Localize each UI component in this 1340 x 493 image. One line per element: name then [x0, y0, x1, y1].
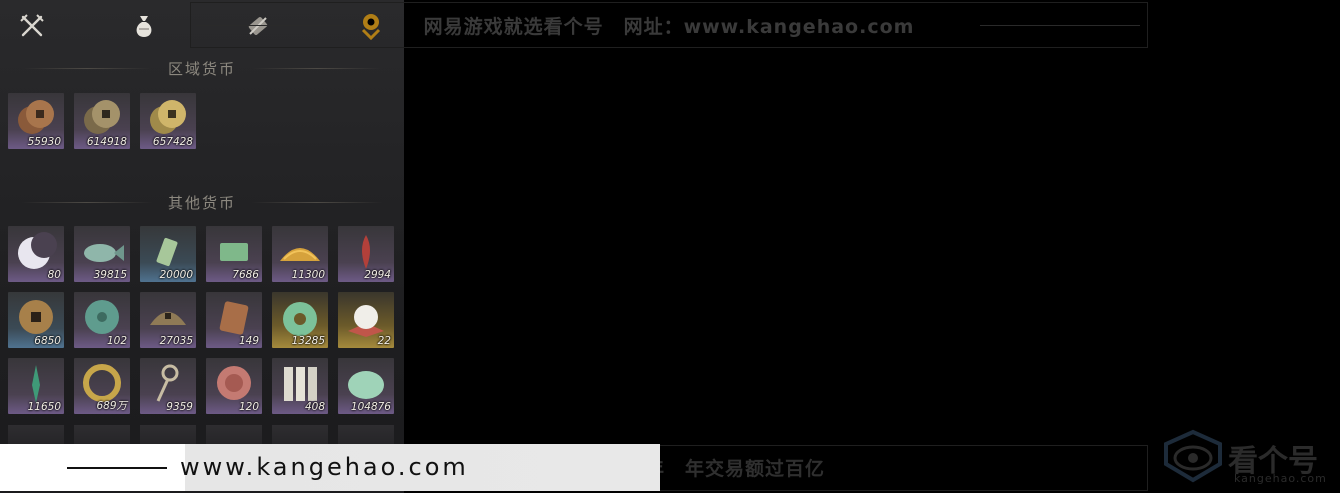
bronze-coins-icon: [84, 100, 120, 134]
gold-coins-icon: [150, 100, 186, 134]
ornament-line: [196, 25, 356, 26]
currency-item[interactable]: 6850: [8, 292, 64, 348]
currency-panel: 区域货币 55930 614918 657428 其他货币 80 39815 20000…: [0, 0, 404, 493]
money-bag-icon: [136, 16, 152, 37]
currency-item[interactable]: 7686: [206, 226, 262, 282]
item-quantity: 9359: [166, 401, 193, 413]
currency-item[interactable]: 120: [206, 358, 262, 414]
section-title-region: 区域货币: [0, 56, 404, 80]
currency-item[interactable]: 2994: [338, 226, 394, 282]
jade-tablet-icon: [156, 237, 178, 267]
ancient-coin-icon: [19, 300, 53, 334]
jade-slip-icon: [220, 243, 248, 261]
jade-disc-icon: [85, 300, 119, 334]
item-quantity: 11300: [291, 269, 325, 281]
item-quantity: 7686: [232, 269, 259, 281]
tab-weapons[interactable]: [14, 8, 50, 44]
item-quantity: 102: [106, 335, 127, 347]
copper-coins-icon: [18, 100, 54, 134]
item-slot[interactable]: [8, 425, 64, 445]
key-coin-icon: [156, 364, 179, 402]
watermark-url: www.kangehao.com: [180, 453, 469, 481]
item-quantity: 55930: [27, 136, 61, 148]
currency-item[interactable]: 22: [338, 292, 394, 348]
title-divider-right: [252, 201, 382, 203]
section-title-other: 其他货币: [0, 190, 404, 214]
item-quantity: 408: [304, 401, 325, 413]
currency-item[interactable]: 11650: [8, 358, 64, 414]
currency-item[interactable]: 80: [8, 226, 64, 282]
jade-ring-icon: [283, 302, 317, 336]
item-quantity: 149: [238, 335, 259, 347]
currency-item[interactable]: 13285: [272, 292, 328, 348]
title-divider-left: [21, 201, 152, 203]
partial-row: [8, 425, 394, 445]
item-slot[interactable]: [140, 425, 196, 445]
bamboo-slips-icon: [284, 367, 317, 401]
item-slot[interactable]: [338, 425, 394, 445]
tab-currency[interactable]: [126, 8, 162, 44]
currency-item[interactable]: 102: [74, 292, 130, 348]
red-coin-icon: [217, 366, 251, 400]
brand-domain: kangehao.com: [1234, 472, 1327, 485]
item-quantity: 11650: [27, 401, 61, 413]
currency-item[interactable]: 104876: [338, 358, 394, 414]
jade-hairpin-icon: [32, 365, 40, 403]
item-quantity: 13285: [291, 335, 325, 347]
ornament-line: [980, 25, 1140, 26]
currency-item[interactable]: 408: [272, 358, 328, 414]
currency-item[interactable]: 149: [206, 292, 262, 348]
currency-item[interactable]: 20000: [140, 226, 196, 282]
item-quantity: 104876: [350, 401, 391, 413]
crossed-swords-icon: [20, 14, 44, 37]
red-feather-icon: [362, 235, 370, 269]
item-slot[interactable]: [206, 425, 262, 445]
item-quantity: 22: [377, 335, 391, 347]
currency-item[interactable]: 55930: [8, 93, 64, 149]
jade-stone-icon: [348, 371, 384, 399]
watermark-top-text: 网易游戏就选看个号 网址：www.kangehao.com: [423, 15, 915, 38]
item-quantity: 2994: [364, 269, 391, 281]
item-quantity: 27035: [159, 335, 193, 347]
other-currency-grid: 80 39815 20000 7686 11300 2994 6850 102 27035 149…: [8, 226, 394, 414]
region-currency-grid: 55930 614918 657428: [8, 93, 394, 149]
item-quantity: 689万: [96, 400, 127, 412]
region-currency-title: 区域货币: [167, 59, 236, 78]
gold-grain-icon: [280, 248, 320, 261]
currency-item[interactable]: 11300: [272, 226, 328, 282]
pearl-icon: [348, 305, 384, 337]
currency-item[interactable]: 689万: [74, 358, 130, 414]
item-slot[interactable]: [272, 425, 328, 445]
item-quantity: 39815: [93, 269, 127, 281]
currency-item[interactable]: 614918: [74, 93, 130, 149]
item-quantity: 6850: [34, 335, 61, 347]
currency-item[interactable]: 657428: [140, 93, 196, 149]
currency-item[interactable]: 27035: [140, 292, 196, 348]
watermark-url-line: [67, 467, 167, 469]
title-divider-right: [252, 67, 382, 69]
item-quantity: 657428: [152, 136, 193, 148]
jade-fish-icon: [84, 244, 124, 262]
bronze-token-icon: [219, 301, 249, 335]
currency-item[interactable]: 9359: [140, 358, 196, 414]
title-divider-left: [21, 67, 152, 69]
crescent-moon-icon: [18, 232, 57, 269]
item-slot[interactable]: [74, 425, 130, 445]
brand-eye-logo-icon: [1164, 429, 1222, 483]
item-quantity: 80: [47, 269, 61, 281]
item-quantity: 120: [238, 401, 259, 413]
watermark-logo-icon: [361, 14, 381, 40]
other-currency-title: 其他货币: [167, 193, 236, 212]
bronze-half-coin-icon: [150, 312, 186, 325]
currency-item[interactable]: 39815: [74, 226, 130, 282]
item-quantity: 20000: [159, 269, 193, 281]
item-quantity: 614918: [86, 136, 127, 148]
